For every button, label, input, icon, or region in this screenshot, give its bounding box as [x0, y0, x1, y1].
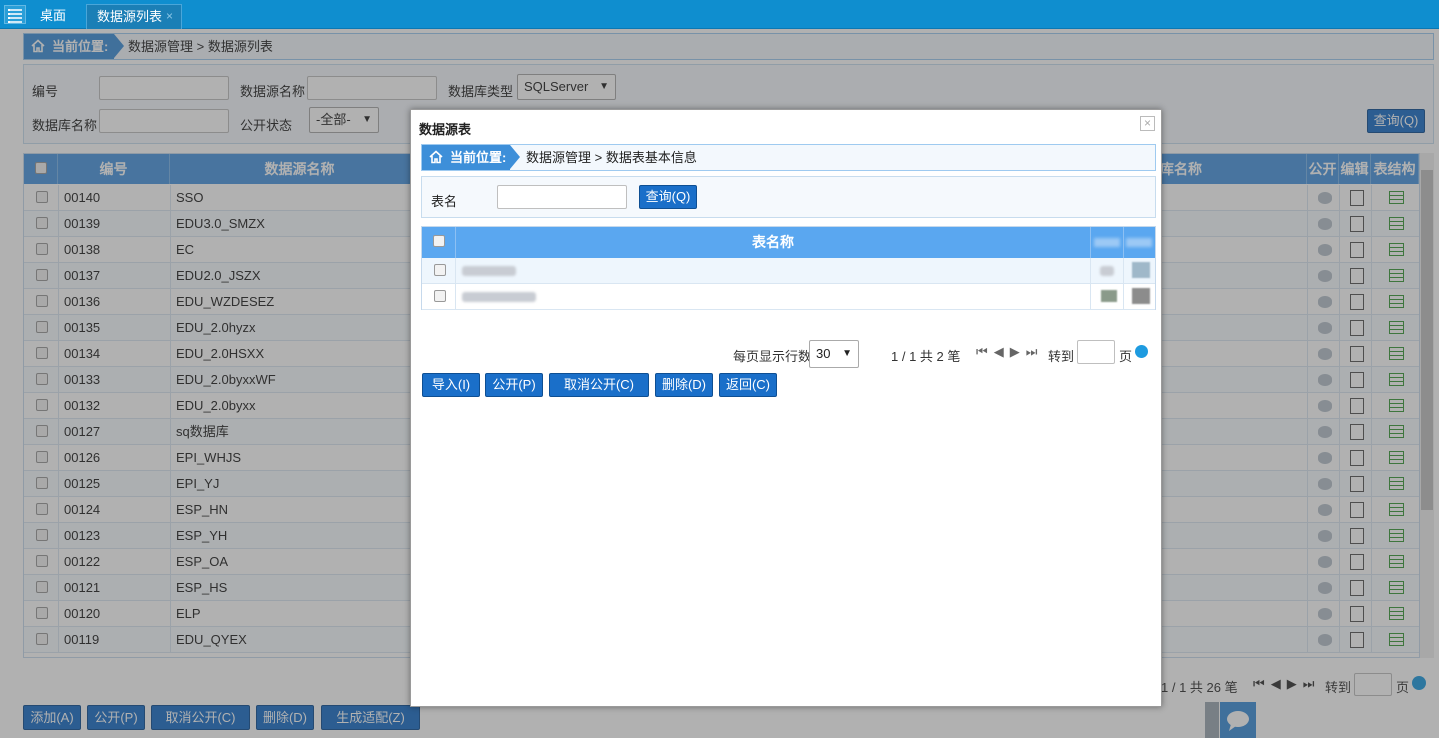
- close-icon[interactable]: ×: [1140, 116, 1155, 131]
- structure-icon[interactable]: [1132, 262, 1150, 278]
- dialog-title: 数据源表: [419, 122, 472, 137]
- redacted-icon: [1100, 266, 1114, 276]
- go-icon[interactable]: [1135, 345, 1148, 358]
- rows-per-page-label: 每页显示行数: [733, 349, 812, 364]
- datasource-table-dialog: 数据源表 × 当前位置: 数据源管理 > 数据表基本信息 表名 查询(Q) 表名…: [410, 109, 1162, 707]
- select-all-checkbox[interactable]: [433, 235, 445, 247]
- delete-button[interactable]: 删除(D): [655, 373, 713, 397]
- row-checkbox[interactable]: [434, 290, 446, 302]
- public-button[interactable]: 公开(P): [485, 373, 543, 397]
- back-button[interactable]: 返回(C): [719, 373, 777, 397]
- rows-per-page-select[interactable]: 30 ▼: [809, 340, 859, 368]
- top-bar: 桌面 数据源列表 ×: [0, 0, 1439, 29]
- dialog-pager-info: 1 / 1 共 2 笔: [891, 349, 961, 364]
- page-label: 页: [1119, 349, 1133, 364]
- dialog-query-button[interactable]: 查询(Q): [639, 185, 697, 209]
- import-button[interactable]: 导入(I): [422, 373, 480, 397]
- close-icon[interactable]: ×: [166, 5, 173, 28]
- header-table-name[interactable]: 表名称: [456, 227, 1090, 258]
- header-blurred: [1094, 238, 1120, 247]
- dialog-filter: 表名 查询(Q): [421, 176, 1156, 218]
- table-name-input[interactable]: [497, 185, 627, 209]
- unpublic-button[interactable]: 取消公开(C): [549, 373, 649, 397]
- redacted-table-name: [462, 292, 536, 302]
- dialog-table: 表名称: [421, 226, 1156, 310]
- dialog-table-header: 表名称: [422, 227, 1155, 258]
- structure-icon[interactable]: [1132, 288, 1150, 304]
- pager-nav-icons[interactable]: ⏮◀▶⏭: [976, 344, 1043, 360]
- home-icon: [429, 150, 443, 164]
- dialog-breadcrumb: 当前位置: 数据源管理 > 数据表基本信息: [421, 144, 1156, 171]
- tab-label: 数据源列表: [97, 9, 163, 24]
- redacted-table-name: [462, 266, 516, 276]
- header-blurred: [1126, 238, 1152, 247]
- public-icon[interactable]: [1101, 290, 1117, 302]
- menu-icon[interactable]: [4, 5, 26, 24]
- breadcrumb-path: 数据源管理 > 数据表基本信息: [526, 150, 697, 165]
- goto-input[interactable]: [1077, 340, 1115, 364]
- goto-label: 转到: [1048, 349, 1075, 364]
- chevron-down-icon: ▼: [842, 348, 852, 359]
- table-row[interactable]: [422, 258, 1155, 284]
- row-checkbox[interactable]: [434, 264, 446, 276]
- table-name-label: 表名: [431, 194, 458, 209]
- breadcrumb-label: 当前位置:: [422, 145, 520, 170]
- tab-datasource-list[interactable]: 数据源列表 ×: [86, 4, 182, 29]
- table-row[interactable]: [422, 284, 1155, 310]
- tab-desktop[interactable]: 桌面: [30, 4, 80, 29]
